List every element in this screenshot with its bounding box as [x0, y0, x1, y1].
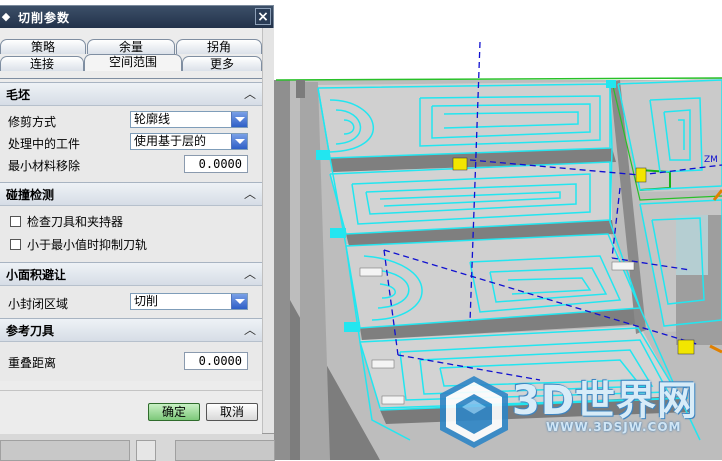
zm-axis-label: ZM	[704, 155, 718, 165]
tab-more[interactable]: 更多	[182, 56, 262, 71]
section-collision-body: 检查刀具和夹持器 小于最小值时抑制刀轨	[0, 206, 262, 265]
cut-parameters-dialog: ◆ 切削参数 × 策略 余量 拐角 连接 空间范围 更多 毛坯 ︿ 修剪方式 轮…	[0, 5, 274, 434]
cancel-button[interactable]: 取消	[206, 403, 258, 421]
min-removal-input[interactable]: 0.0000	[184, 155, 248, 173]
ipw-select-value: 使用基于层的	[134, 134, 207, 148]
dialog-scrollbar[interactable]	[262, 28, 274, 433]
tab-corner[interactable]: 拐角	[176, 39, 262, 54]
dialog-footer: 确定 取消	[0, 390, 262, 434]
suppress-checkbox[interactable]	[10, 239, 21, 250]
status-cell	[175, 440, 275, 461]
section-ref-tool-header[interactable]: 参考刀具 ︿	[0, 319, 262, 342]
section-small-area-title: 小面积避让	[6, 268, 67, 282]
overlap-label: 重叠距离	[8, 356, 57, 370]
closed-area-select-value: 切削	[134, 294, 159, 308]
check-holder-checkbox[interactable]	[10, 216, 21, 227]
section-small-area-header[interactable]: 小面积避让 ︿	[0, 263, 262, 286]
status-cell	[0, 440, 130, 461]
chevron-down-icon[interactable]	[231, 134, 247, 149]
tab-containment[interactable]: 空间范围	[84, 54, 182, 71]
section-small-area: 小面积避让 ︿ 小封闭区域 切削	[0, 262, 262, 323]
chevron-up-icon: ︿	[243, 87, 256, 101]
trim-select-value: 轮廓线	[134, 112, 171, 126]
lower-panel	[0, 433, 275, 461]
tab-connect[interactable]: 连接	[0, 56, 84, 71]
tab-divider	[0, 78, 262, 79]
dialog-titlebar[interactable]: ◆ 切削参数 ×	[0, 6, 273, 28]
chevron-up-icon: ︿	[243, 267, 256, 281]
ipw-select[interactable]: 使用基于层的	[130, 133, 248, 150]
closed-area-select[interactable]: 切削	[130, 293, 248, 310]
close-button[interactable]: ×	[255, 8, 271, 25]
ipw-label: 处理中的工件	[8, 137, 81, 151]
ok-button[interactable]: 确定	[148, 403, 200, 421]
section-collision: 碰撞检测 ︿ 检查刀具和夹持器 小于最小值时抑制刀轨	[0, 182, 262, 265]
section-ref-tool-body: 重叠距离 0.0000	[0, 342, 262, 381]
section-ref-tool: 参考刀具 ︿ 重叠距离 0.0000	[0, 318, 262, 381]
watermark-logo: 3D世界网	[512, 378, 699, 424]
min-removal-label: 最小材料移除	[8, 159, 81, 173]
section-ref-tool-title: 参考刀具	[6, 324, 55, 338]
section-collision-header[interactable]: 碰撞检测 ︿	[0, 183, 262, 206]
trim-label: 修剪方式	[8, 115, 57, 129]
section-blank-header[interactable]: 毛坯 ︿	[0, 83, 262, 106]
chevron-up-icon: ︿	[243, 187, 256, 201]
dialog-title: 切削参数	[18, 11, 71, 25]
status-cell	[136, 440, 156, 461]
trim-select[interactable]: 轮廓线	[130, 111, 248, 128]
section-blank-body: 修剪方式 轮廓线 处理中的工件 使用基于层的 最小材料移除 0.0000	[0, 106, 262, 187]
watermark-url: WWW.3DSJW.COM	[546, 420, 682, 434]
section-blank: 毛坯 ︿ 修剪方式 轮廓线 处理中的工件 使用基于层的 最小材料移除 0.000…	[0, 82, 262, 187]
section-blank-title: 毛坯	[6, 88, 31, 102]
tab-strategy[interactable]: 策略	[0, 39, 86, 54]
chevron-down-icon[interactable]	[231, 294, 247, 309]
chevron-down-icon[interactable]	[231, 112, 247, 127]
closed-area-label: 小封闭区域	[8, 297, 69, 311]
suppress-label[interactable]: 小于最小值时抑制刀轨	[27, 236, 147, 253]
dialog-icon: ◆	[1, 10, 11, 23]
chevron-up-icon: ︿	[243, 323, 256, 337]
tab-stock[interactable]: 余量	[87, 39, 175, 54]
check-holder-label[interactable]: 检查刀具和夹持器	[27, 213, 123, 230]
overlap-input[interactable]: 0.0000	[184, 352, 248, 370]
section-collision-title: 碰撞检测	[6, 188, 55, 202]
